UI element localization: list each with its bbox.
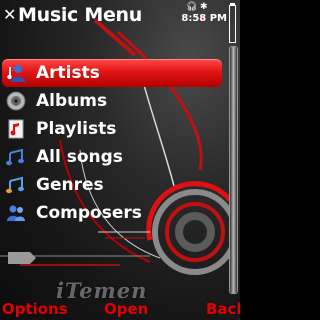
music-notes-icon bbox=[6, 148, 24, 166]
watermark-text: iTemen bbox=[56, 278, 148, 303]
composers-icon bbox=[7, 205, 25, 221]
open-softkey[interactable]: Open bbox=[104, 298, 148, 320]
menu-item-albums[interactable]: Albums bbox=[2, 87, 222, 115]
music-menu-screen: ✕ Music Menu 🎧︎ ✱ 8:58 PM Artists Albums… bbox=[0, 0, 240, 320]
menu-item-label: Genres bbox=[36, 175, 104, 195]
options-softkey[interactable]: Options bbox=[2, 298, 68, 320]
page-title: Music Menu bbox=[18, 4, 142, 26]
back-softkey[interactable]: Back bbox=[206, 298, 240, 320]
softkey-bar: Options Open Back bbox=[0, 298, 240, 320]
menu-item-label: Playlists bbox=[36, 119, 117, 139]
menu-item-label: All songs bbox=[36, 147, 123, 167]
clock: 8:58 PM bbox=[181, 13, 227, 24]
battery-icon bbox=[229, 3, 236, 43]
menu-item-all-songs[interactable]: All songs bbox=[2, 143, 222, 171]
scrollbar-thumb[interactable] bbox=[230, 47, 237, 293]
menu-item-artists[interactable]: Artists bbox=[2, 59, 222, 87]
menu-item-label: Artists bbox=[36, 63, 100, 83]
genre-notes-icon bbox=[6, 176, 24, 194]
menu-item-playlists[interactable]: Playlists bbox=[2, 115, 222, 143]
album-disc-icon bbox=[6, 91, 26, 111]
menu-item-label: Composers bbox=[36, 203, 142, 223]
artist-icon bbox=[7, 65, 25, 82]
menu-item-genres[interactable]: Genres bbox=[2, 171, 222, 199]
playlist-icon bbox=[8, 119, 24, 139]
close-icon[interactable]: ✕ bbox=[3, 5, 17, 25]
bluetooth-icon: ✱ bbox=[200, 2, 208, 12]
menu-item-composers[interactable]: Composers bbox=[2, 199, 222, 227]
menu-item-label: Albums bbox=[36, 91, 108, 111]
title-bar: ✕ Music Menu 🎧︎ ✱ 8:58 PM bbox=[0, 0, 240, 43]
status-icons: 🎧︎ ✱ bbox=[186, 2, 226, 12]
scrollbar[interactable] bbox=[229, 46, 238, 294]
headphones-icon: 🎧︎ bbox=[186, 2, 198, 12]
